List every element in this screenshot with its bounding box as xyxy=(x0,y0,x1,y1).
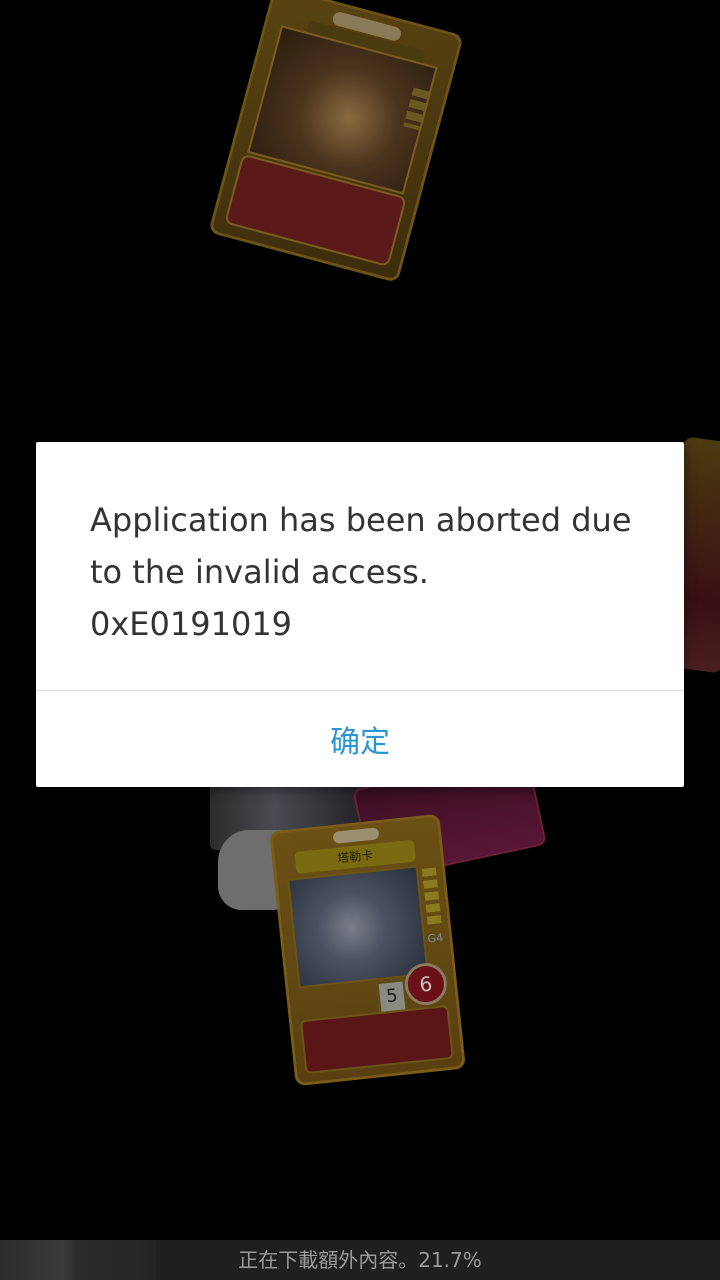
card-description-box xyxy=(299,1004,454,1075)
card-gem-row xyxy=(332,827,380,844)
game-card-top xyxy=(208,0,464,284)
dialog-message: Application has been aborted due to the … xyxy=(90,501,632,643)
error-dialog: Application has been aborted due to the … xyxy=(36,442,684,787)
card-grade: G4 xyxy=(426,931,444,946)
card-star-rating xyxy=(421,867,443,929)
confirm-button[interactable]: 确定 xyxy=(36,691,684,787)
game-screen: 塔勒卡 G4 5 6 Application has been aborted … xyxy=(0,0,720,1280)
game-card-main: 塔勒卡 G4 5 6 xyxy=(269,813,466,1087)
download-status-text: 正在下載額外內容。21.7% xyxy=(238,1248,482,1272)
card-artwork xyxy=(287,865,429,989)
download-status-bar: 正在下載額外內容。21.7% xyxy=(0,1240,720,1280)
